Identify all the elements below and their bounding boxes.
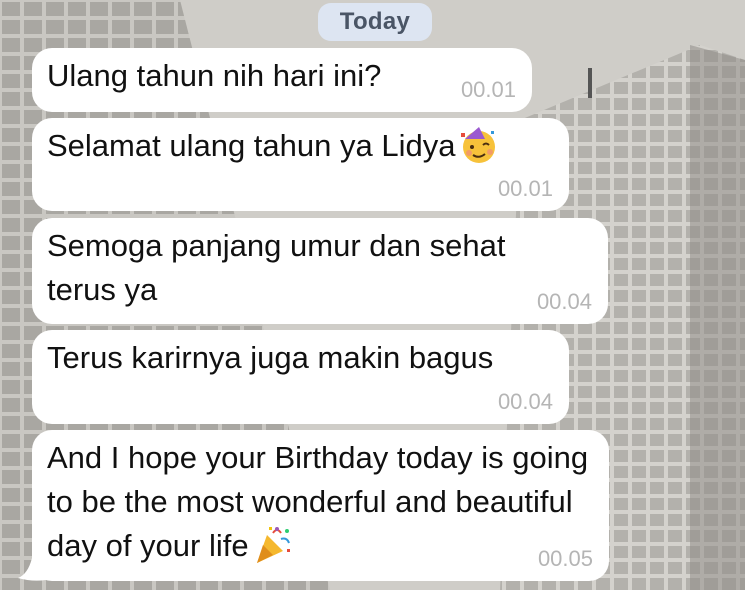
message-time: 00.01 [497, 176, 553, 201]
message-text: Ulang tahun nih hari ini? [47, 58, 382, 93]
message-text-line: Selamat ulang tahun ya Lidya [47, 124, 553, 168]
message-bubble[interactable]: Semoga panjang umur dan sehat terus ya 0… [32, 218, 608, 324]
message-text: Terus karirnya juga makin bagus [47, 340, 494, 375]
message-text: And I hope your Birthday today is going … [47, 440, 589, 563]
message-bubble[interactable]: And I hope your Birthday today is going … [32, 430, 609, 581]
message-time: 00.01 [460, 77, 516, 102]
partying-face-icon [459, 125, 499, 165]
message-text: Semoga panjang umur dan sehat terus ya [47, 228, 506, 307]
message-bubble[interactable]: Selamat ulang tahun ya Lidya 00.01 [32, 118, 569, 211]
date-separator: Today [318, 3, 432, 41]
message-time: 00.04 [536, 289, 592, 314]
message-time: 00.04 [497, 389, 553, 414]
message-text: Selamat ulang tahun ya Lidya [47, 128, 456, 163]
bubble-tail [18, 558, 46, 581]
date-label: Today [339, 8, 411, 35]
message-bubble[interactable]: Terus karirnya juga makin bagus 00.04 [32, 330, 569, 424]
party-popper-icon [253, 525, 293, 565]
message-time: 00.05 [537, 546, 593, 571]
message-text-line: And I hope your Birthday today is going … [47, 436, 597, 568]
message-bubble[interactable]: Ulang tahun nih hari ini? 00.01 [32, 48, 532, 112]
